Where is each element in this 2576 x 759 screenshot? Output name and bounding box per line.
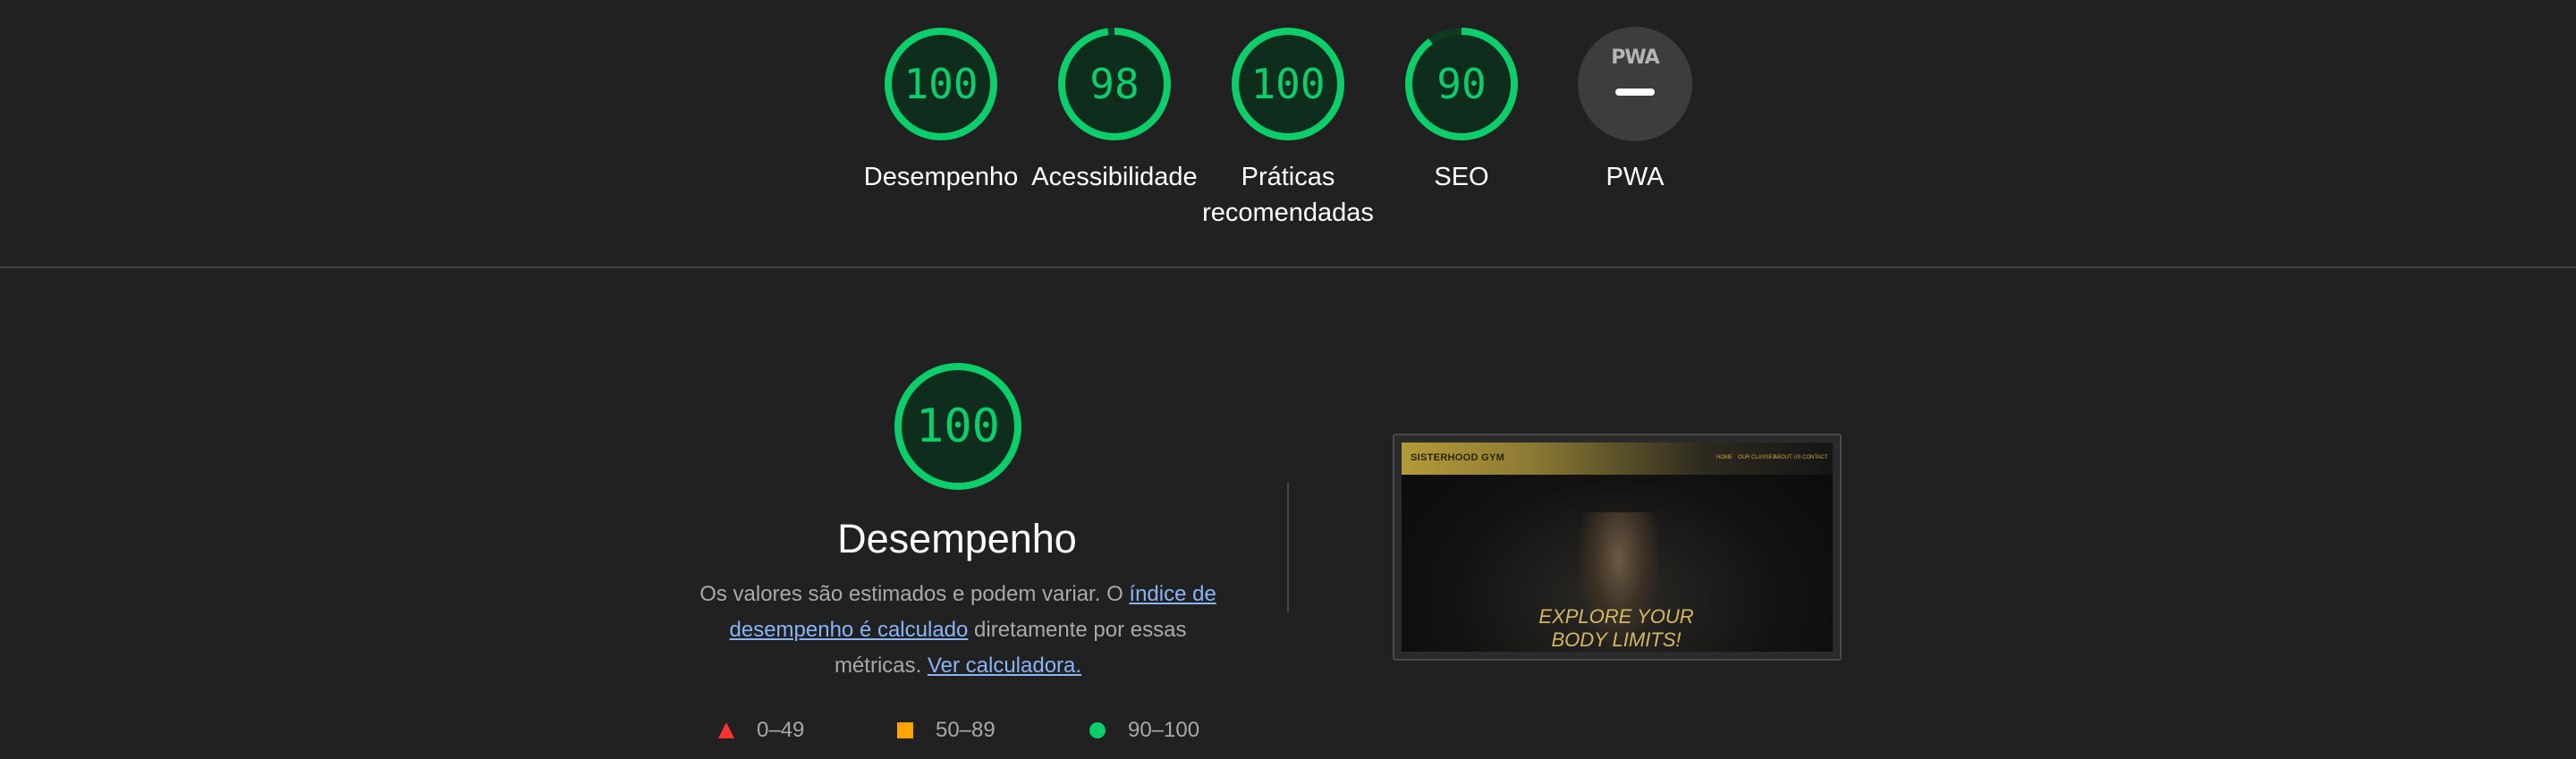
description-text: Os valores são estimados e podem variar.… — [699, 582, 1130, 606]
vertical-divider — [1287, 483, 1289, 611]
calculator-link[interactable]: Ver calculadora. — [928, 654, 1081, 678]
gauge-score: 100 — [1250, 60, 1326, 108]
screenshot-menu-item: HOME — [1716, 455, 1733, 460]
gauge-label-line: Práticas — [1241, 163, 1335, 191]
gauge-pwa[interactable]: PWA — [1578, 27, 1692, 141]
circle-icon — [1089, 722, 1106, 738]
legend-average: 50–89 — [896, 715, 996, 746]
gauge-score: 90 — [1436, 60, 1487, 108]
legend-fail: 0–49 — [717, 715, 804, 746]
dash-icon — [1615, 89, 1655, 96]
screenshot-headline: EXPLORE YOUR BODY LIMITS! — [1536, 605, 1697, 652]
gauge-performance[interactable]: 100 — [884, 27, 998, 141]
legend-pass: 90–100 — [1089, 715, 1199, 746]
performance-title: Desempenho — [837, 516, 1077, 561]
section-divider — [0, 266, 2576, 268]
gauge-seo[interactable]: 90 — [1404, 27, 1519, 141]
gauge-label-accessibility[interactable]: Acessibilidade — [1016, 159, 1213, 195]
final-screenshot[interactable]: SISTERHOOD GYM HOME OUR CLASSES ABOUT US… — [1393, 434, 1842, 661]
screenshot-navbar: SISTERHOOD GYM HOME OUR CLASSES ABOUT US… — [1402, 443, 1833, 475]
triangle-icon — [718, 722, 734, 738]
gauge-label-best-practices[interactable]: Práticas recomendadas — [1190, 159, 1386, 231]
performance-gauge-large: 100 — [893, 361, 1023, 492]
gauge-label-pwa[interactable]: PWA — [1581, 159, 1689, 195]
gauge-label-seo[interactable]: SEO — [1408, 159, 1515, 195]
gauge-best-practices[interactable]: 100 — [1231, 27, 1345, 141]
performance-score: 100 — [916, 400, 1000, 453]
screenshot-menu-item: ABOUT US — [1774, 455, 1801, 460]
headline-line: BODY LIMITS! — [1551, 628, 1682, 651]
performance-description: Os valores são estimados e podem variar.… — [685, 577, 1231, 684]
pwa-badge-icon: PWA — [1611, 46, 1659, 69]
legend-label: 0–49 — [757, 718, 805, 742]
screenshot-menu-item: CONTACT — [1802, 455, 1828, 460]
screenshot-logo: SISTERHOOD GYM — [1411, 452, 1505, 463]
screenshot-image: SISTERHOOD GYM HOME OUR CLASSES ABOUT US… — [1402, 443, 1833, 652]
gauge-score: 100 — [903, 60, 979, 108]
headline-line: EXPLORE YOUR — [1538, 605, 1694, 628]
gauge-score: 98 — [1089, 60, 1140, 108]
gauge-label-line: recomendadas — [1202, 198, 1374, 227]
square-icon — [897, 722, 913, 738]
gauge-label-performance[interactable]: Desempenho — [852, 159, 1030, 195]
legend-label: 50–89 — [936, 718, 996, 742]
screenshot-menu-item: OUR CLASSES — [1738, 455, 1776, 460]
legend-label: 90–100 — [1128, 718, 1200, 742]
gauge-accessibility[interactable]: 98 — [1057, 27, 1172, 141]
